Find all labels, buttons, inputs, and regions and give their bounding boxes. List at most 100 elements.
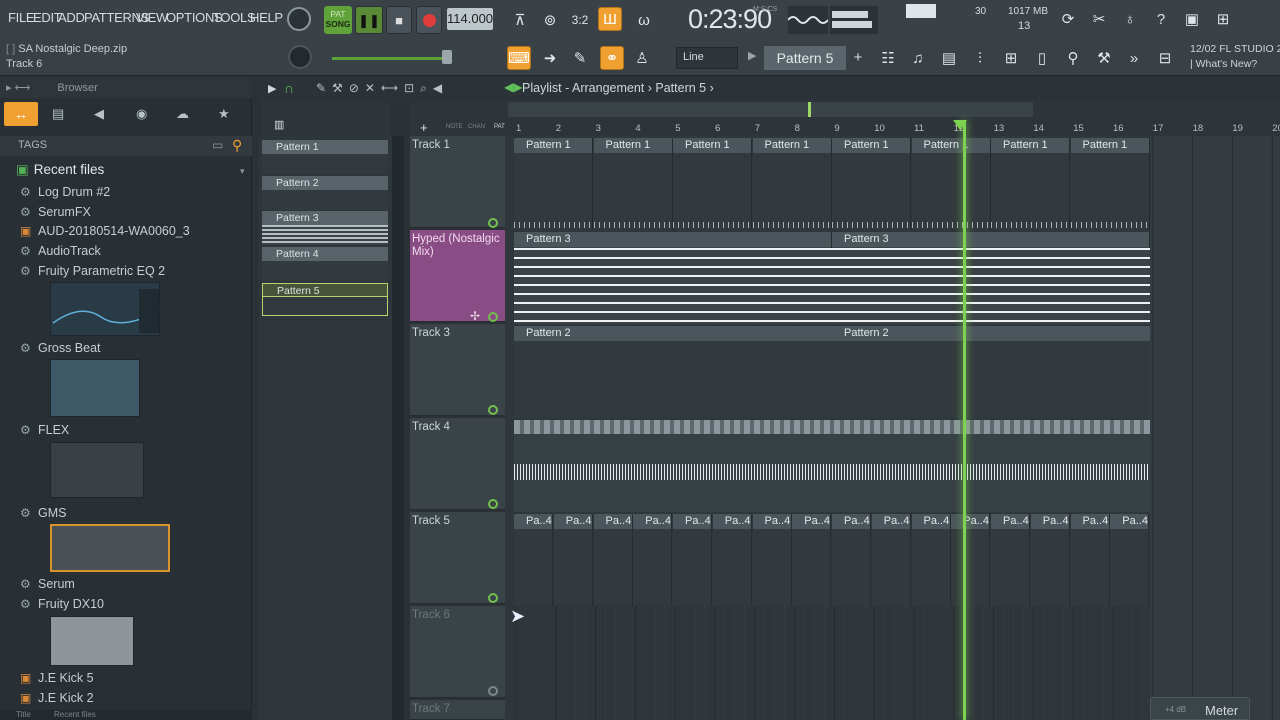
- add-track-icon[interactable]: +: [420, 120, 428, 135]
- master-volume-knob[interactable]: [287, 7, 311, 31]
- track-mute-led[interactable]: [488, 218, 498, 228]
- browser-plugin-icon[interactable]: ◉: [136, 106, 147, 122]
- piano-roll-icon[interactable]: ♫: [906, 46, 930, 70]
- track-header-3[interactable]: Track 3: [410, 324, 505, 416]
- clip[interactable]: Pa..4: [911, 514, 951, 606]
- browser-item[interactable]: ⚙ Serum: [20, 575, 75, 593]
- clip[interactable]: Pattern 1: [832, 138, 911, 230]
- pattern-item-5[interactable]: Pattern 5: [262, 283, 388, 297]
- browser-arrows-icon[interactable]: ▸ ⟷: [6, 82, 30, 94]
- shop-icon[interactable]: ⊟: [1153, 46, 1177, 70]
- typing-keyboard-icon[interactable]: ⌨: [507, 46, 531, 70]
- clip[interactable]: Pa..4: [593, 514, 633, 606]
- browser-cloud-icon[interactable]: ☁: [176, 106, 189, 122]
- browser-item[interactable]: ⚙ Fruity DX10: [20, 595, 104, 613]
- track-mute-led[interactable]: [488, 312, 498, 322]
- undo-history-icon[interactable]: ⟳: [1056, 7, 1080, 31]
- recent-files-folder[interactable]: ▣ Recent files: [16, 162, 104, 178]
- stamp-icon[interactable]: ♙: [630, 46, 654, 70]
- clip[interactable]: Pa..4: [832, 514, 871, 606]
- playlist-menu-icon[interactable]: ▶: [268, 82, 276, 95]
- timeline-ruler[interactable]: + NOTE CHAN PAT: [410, 100, 1280, 136]
- pattern-item-2[interactable]: Pattern 2: [262, 176, 388, 190]
- help-icon[interactable]: ?: [1149, 7, 1173, 31]
- track-header-1[interactable]: Track 1: [410, 136, 505, 228]
- menu-add[interactable]: ADD: [58, 10, 85, 25]
- playlist-icon[interactable]: ☷: [876, 46, 900, 70]
- clip[interactable]: Pattern 1: [593, 138, 673, 230]
- browser-item[interactable]: ⚙ AudioTrack: [20, 242, 101, 260]
- menu-file[interactable]: FILE: [8, 10, 35, 25]
- pat-song-toggle[interactable]: PAT SONG: [324, 6, 352, 34]
- search-icon[interactable]: ⚲: [232, 137, 242, 154]
- plugin-database-icon[interactable]: ⚲: [1061, 46, 1085, 70]
- pattern-item-4[interactable]: Pattern 4: [262, 247, 388, 261]
- tab-note[interactable]: NOTE: [446, 124, 463, 130]
- keyboard-icon[interactable]: ▥: [274, 118, 288, 131]
- clip[interactable]: Pattern 1: [911, 138, 991, 230]
- playlist-arrow-icon[interactable]: ◀▶: [504, 80, 522, 94]
- browser-star-icon[interactable]: ★: [218, 106, 230, 122]
- pattern-item-3[interactable]: Pattern 3: [262, 211, 388, 225]
- tab-chan[interactable]: CHAN: [468, 124, 485, 130]
- track-header-6[interactable]: Track 6: [410, 606, 505, 698]
- master-pitch-knob[interactable]: [288, 45, 312, 69]
- pause-button[interactable]: ❚❚: [355, 6, 383, 34]
- browser-item[interactable]: ▣ AUD-20180514-WA0060_3: [20, 222, 190, 240]
- add-pattern-icon[interactable]: +: [850, 46, 866, 70]
- clip[interactable]: Pa..4: [514, 514, 553, 606]
- clip[interactable]: Pattern 1: [1070, 138, 1150, 230]
- volume-slider-handle[interactable]: [442, 50, 452, 64]
- record-button[interactable]: [416, 6, 442, 34]
- countdown-icon[interactable]: 3:2: [568, 8, 592, 32]
- audio-clip[interactable]: [514, 420, 1150, 512]
- tempo-display[interactable]: 114.000: [447, 8, 493, 30]
- project-browser-icon[interactable]: ▯: [1030, 46, 1054, 70]
- step-edit-icon[interactable]: Ш: [598, 7, 622, 31]
- clip[interactable]: Pa..4: [1110, 514, 1150, 606]
- browser-item[interactable]: ▣ J.E Kick 5: [20, 669, 94, 687]
- save-icon[interactable]: ▣: [1180, 7, 1204, 31]
- track-header-7[interactable]: Track 7: [410, 700, 505, 720]
- collapse-icon[interactable]: ▾: [240, 166, 245, 177]
- clip[interactable]: Pa..4: [673, 514, 712, 606]
- playlist-tools[interactable]: ✎⚒⊘✕⟷⊡⌕◀: [316, 81, 448, 96]
- clip[interactable]: Pa..4: [712, 514, 752, 606]
- clip[interactable]: Pattern 2: [514, 326, 832, 418]
- stop-button[interactable]: ■: [386, 6, 412, 34]
- clip[interactable]: Pa..4: [1030, 514, 1070, 606]
- arrow-right-icon[interactable]: ➜: [538, 46, 562, 70]
- clip[interactable]: Pa..4: [1070, 514, 1110, 606]
- track-header-2[interactable]: Hyped (Nostalgic Mix): [410, 230, 505, 322]
- browser-item[interactable]: ⚙ SerumFX: [20, 203, 91, 221]
- clip[interactable]: Pattern 3: [514, 232, 832, 324]
- menu-tools[interactable]: TOOLS: [213, 10, 256, 25]
- browser-item[interactable]: ▣ J.E Kick 2: [20, 689, 94, 707]
- clip[interactable]: Pattern 1: [991, 138, 1070, 230]
- wrench-icon[interactable]: ⚒: [1092, 46, 1116, 70]
- track-mute-led[interactable]: [488, 499, 498, 509]
- metronome-icon[interactable]: ⊼: [508, 8, 532, 32]
- clip[interactable]: Pattern 1: [514, 138, 593, 230]
- draw-icon[interactable]: ✎: [568, 46, 592, 70]
- clip[interactable]: Pa..4: [871, 514, 911, 606]
- clip[interactable]: Pattern 1: [752, 138, 832, 230]
- master-volume-slider[interactable]: [332, 57, 452, 60]
- channel-rack-icon[interactable]: ▤: [937, 46, 961, 70]
- clip[interactable]: Pa..4: [991, 514, 1030, 606]
- menu-help[interactable]: HELP: [250, 10, 283, 25]
- pattern-scrollbar[interactable]: [392, 136, 404, 720]
- browser-item[interactable]: ⚙ Fruity Parametric EQ 2: [20, 262, 165, 280]
- track-mute-led[interactable]: [488, 686, 498, 696]
- clip[interactable]: Pattern 3: [832, 232, 1150, 324]
- magnet-icon[interactable]: ∩: [284, 80, 294, 96]
- browser-item[interactable]: ⚙ GMS: [20, 504, 66, 522]
- loop-record-icon[interactable]: ω: [632, 8, 656, 32]
- track-mute-led[interactable]: [488, 405, 498, 415]
- clip[interactable]: Pattern 2: [832, 326, 1150, 418]
- news-panel[interactable]: 12/02 FL STUDIO 20: [1190, 43, 1280, 55]
- horizontal-scrollbar[interactable]: [508, 102, 1033, 117]
- track-header-5[interactable]: Track 5: [410, 512, 505, 604]
- pattern-item-1[interactable]: Pattern 1: [262, 140, 388, 154]
- play-pattern-icon[interactable]: ▶: [748, 49, 756, 62]
